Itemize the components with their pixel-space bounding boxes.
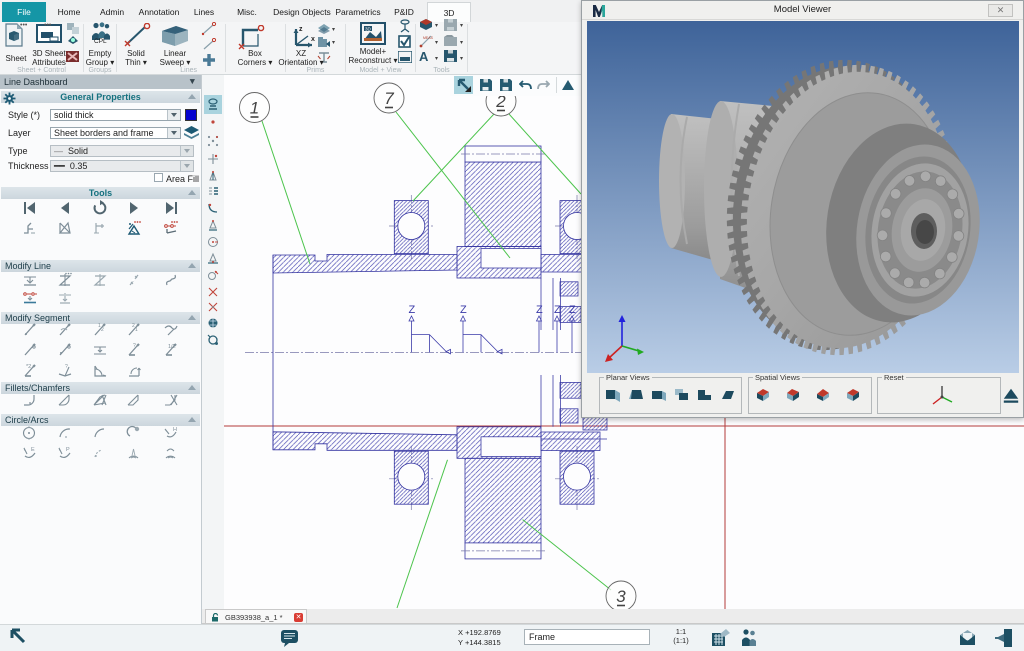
svg-text:1: 1 xyxy=(135,327,138,333)
svg-text:H: H xyxy=(173,427,177,433)
svg-text:1: 1 xyxy=(250,99,259,118)
svg-text:3D: 3D xyxy=(365,27,372,32)
svg-text:P: P xyxy=(66,447,70,453)
svg-text:7: 7 xyxy=(384,89,394,108)
svg-text:Z: Z xyxy=(554,304,561,316)
svg-text:MEAS: MEAS xyxy=(423,36,433,40)
svg-text:Z: Z xyxy=(460,304,467,316)
svg-text:Z: Z xyxy=(409,304,416,316)
svg-text:E: E xyxy=(31,447,35,453)
svg-text:Z: Z xyxy=(569,304,576,316)
svg-text:1/2: 1/2 xyxy=(168,344,176,350)
svg-text:3: 3 xyxy=(616,587,626,606)
svg-text:2: 2 xyxy=(101,327,104,333)
svg-text:*2: *2 xyxy=(26,364,31,370)
svg-text:x: x xyxy=(311,36,315,43)
svg-text:z: z xyxy=(299,26,303,33)
svg-text:Z: Z xyxy=(536,304,543,316)
svg-text:?: ? xyxy=(133,343,136,349)
svg-text:?: ? xyxy=(65,364,68,370)
